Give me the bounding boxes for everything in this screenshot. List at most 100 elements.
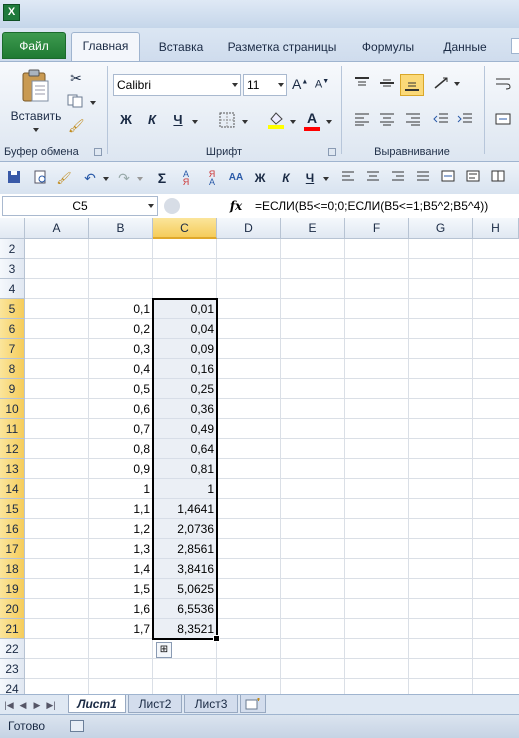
cell-c[interactable]: 1 [153,479,217,499]
merge-across-icon[interactable] [490,170,506,186]
align-right-icon[interactable] [404,112,422,128]
row-header[interactable]: 15 [0,499,25,519]
first-sheet-icon[interactable]: |◀ [4,699,14,711]
find-icon[interactable]: AA [228,170,244,186]
paste-dropdown-icon[interactable] [33,128,39,132]
column-header-g[interactable]: G [409,218,473,239]
row-header[interactable]: 12 [0,439,25,459]
cell-c[interactable] [153,639,217,659]
bold-button[interactable]: Ж [252,170,268,186]
align-center-icon[interactable] [378,112,396,128]
paste-button[interactable]: Вставить [6,108,66,124]
row-header[interactable]: 4 [0,279,25,299]
orientation-dropdown-icon[interactable] [454,82,460,86]
column-header-d[interactable]: D [217,218,281,239]
cell-b[interactable]: 0,7 [89,419,153,439]
sheet-tab-3[interactable]: Лист3 [184,695,238,713]
align-bottom-icon[interactable] [400,74,424,96]
cell-c[interactable]: 3,8416 [153,559,217,579]
cell-c[interactable]: 0,16 [153,359,217,379]
sheet-tab-2[interactable]: Лист2 [128,695,182,713]
cell-b[interactable]: 1,6 [89,599,153,619]
underline-dropdown-icon[interactable] [192,120,198,124]
next-sheet-icon[interactable]: ▶ [32,699,42,711]
cell-b[interactable]: 0,1 [89,299,153,319]
cell-c[interactable]: 0,49 [153,419,217,439]
wrap-text-icon[interactable] [494,76,512,92]
cell-b[interactable]: 1,3 [89,539,153,559]
borders-dropdown-icon[interactable] [242,120,248,124]
prev-sheet-icon[interactable]: ◀ [18,699,28,711]
undo-dropdown-icon[interactable] [103,177,109,181]
tab-file[interactable]: Файл [2,32,66,59]
align-top-icon[interactable] [353,76,371,92]
row-header[interactable]: 17 [0,539,25,559]
row-header[interactable]: 19 [0,579,25,599]
cell-b[interactable]: 1,2 [89,519,153,539]
column-header-a[interactable]: A [25,218,89,239]
cell-c[interactable] [153,239,217,259]
sort-descending-icon[interactable]: ЯА [204,170,220,187]
copy-icon[interactable] [66,94,86,110]
macro-record-icon[interactable] [70,720,84,732]
font-name-dropdown-icon[interactable] [232,83,238,87]
row-header[interactable]: 10 [0,399,25,419]
decrease-indent-icon[interactable] [432,112,450,128]
merge-center-icon[interactable] [440,170,456,186]
cell-b[interactable]: 1,7 [89,619,153,639]
cell-b[interactable] [89,659,153,679]
format-painter-icon[interactable]: 🖌 [56,170,72,186]
cell-b[interactable]: 0,6 [89,399,153,419]
cell-b[interactable]: 0,2 [89,319,153,339]
worksheet-grid[interactable]: ABCDEFGH 2 3 4 5 0,1 0,01 6 0,2 0,04 7 0,3 0,09 8 0,4… [0,218,519,694]
row-header[interactable]: 22 [0,639,25,659]
cut-icon[interactable]: ✂ [68,70,84,86]
font-color-dropdown-icon[interactable] [326,120,332,124]
insert-sheet-icon[interactable] [240,695,266,713]
italic-button[interactable]: К [144,112,160,130]
copy-dropdown-icon[interactable] [90,101,96,105]
cell-c[interactable]: 0,81 [153,459,217,479]
font-name-select[interactable]: Calibri [113,74,241,96]
column-header-h[interactable]: H [473,218,519,239]
cell-c[interactable] [153,259,217,279]
merge-cells-icon[interactable] [494,112,512,128]
insert-function-button[interactable]: fx [226,194,246,218]
wrap-icon[interactable] [465,170,481,186]
formula-bar-splitter-icon[interactable] [164,198,180,214]
cell-c[interactable]: 0,04 [153,319,217,339]
tab-home[interactable]: Главная [71,32,140,61]
grow-font-icon[interactable]: A▲ [292,76,308,94]
cell-c[interactable] [153,659,217,679]
row-header[interactable]: 2 [0,239,25,259]
row-header[interactable]: 7 [0,339,25,359]
cell-c[interactable]: 0,64 [153,439,217,459]
cell-c[interactable]: 2,0736 [153,519,217,539]
align-center-icon[interactable] [365,170,381,186]
cell-c[interactable]: 2,8561 [153,539,217,559]
cell-b[interactable] [89,639,153,659]
name-box-dropdown-icon[interactable] [148,204,154,208]
cell-b[interactable] [89,679,153,694]
borders-icon[interactable] [218,112,236,130]
align-middle-icon[interactable] [378,76,396,92]
row-header[interactable]: 5 [0,299,25,319]
cell-c[interactable] [153,679,217,694]
row-header[interactable]: 9 [0,379,25,399]
column-header-c[interactable]: C [153,218,217,239]
tab-insert[interactable]: Вставка [150,34,212,60]
cell-c[interactable]: 1,4641 [153,499,217,519]
cell-c[interactable]: 0,01 [153,299,217,319]
tab-formulas[interactable]: Формулы [352,34,424,60]
sheet-tab-1[interactable]: Лист1 [68,695,126,713]
cell-b[interactable] [89,259,153,279]
italic-button[interactable]: К [278,170,294,186]
redo-icon[interactable]: ↷ [116,170,132,186]
align-left-icon[interactable] [353,112,371,128]
excel-logo-icon[interactable]: X [3,4,20,21]
ribbon-overflow-icon[interactable] [511,38,519,54]
cell-c[interactable]: 0,25 [153,379,217,399]
redo-dropdown-icon[interactable] [137,177,143,181]
cell-b[interactable]: 1,5 [89,579,153,599]
column-header-e[interactable]: E [281,218,345,239]
